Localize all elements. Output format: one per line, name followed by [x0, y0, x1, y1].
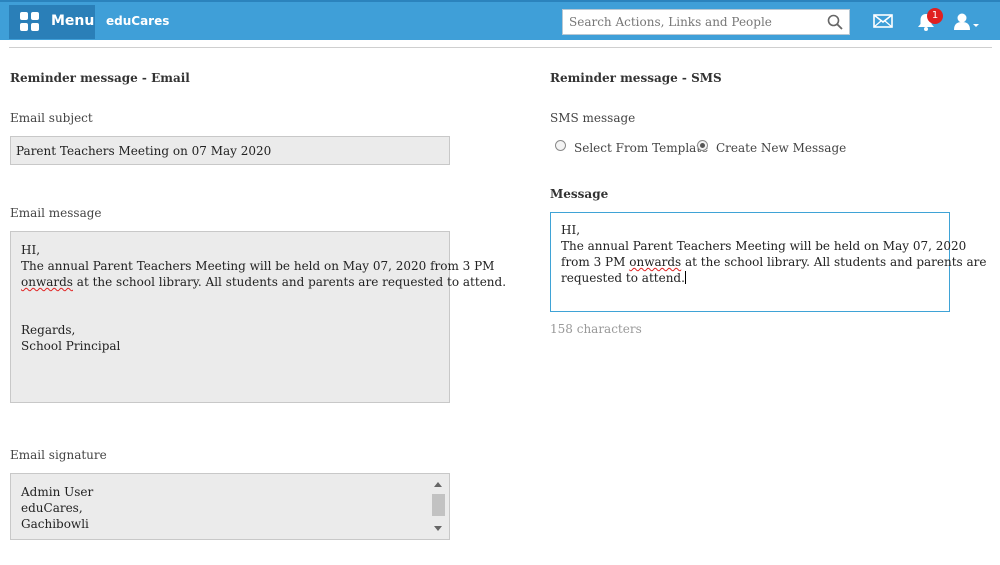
spellcheck-word: onwards [629, 255, 682, 269]
menu-label: Menu [51, 13, 95, 29]
email-message-field[interactable]: HI, The annual Parent Teachers Meeting w… [10, 231, 506, 403]
search-icon[interactable] [827, 14, 843, 30]
email-section-title: Reminder message - Email [10, 71, 190, 85]
email-subject-value: Parent Teachers Meeting on 07 May 2020 [16, 144, 272, 158]
user-icon[interactable] [954, 12, 980, 32]
message-heading: Message [550, 187, 609, 201]
email-signature-field[interactable]: Admin User eduCares, Gachibowli [10, 473, 450, 540]
sms-message-text: at the school library. All students and … [681, 255, 987, 269]
brand-link[interactable]: eduCares [106, 14, 169, 28]
email-message-label: Email message [10, 206, 102, 220]
signature-line: eduCares, [21, 501, 83, 515]
radio-select-template[interactable] [555, 140, 566, 151]
signature-scrollbar[interactable] [430, 476, 447, 538]
radio-create-new-message-label[interactable]: Create New Message [716, 141, 846, 155]
email-message-line: School Principal [21, 339, 121, 353]
sms-message-line: requested to attend. [561, 270, 939, 286]
section-divider [9, 47, 992, 48]
spellcheck-word: onwards [21, 275, 73, 289]
sms-message-line: The annual Parent Teachers Meeting will … [561, 239, 967, 253]
email-message-line: The annual Parent Teachers Meeting will … [21, 259, 495, 273]
scroll-up-arrow-icon[interactable] [434, 482, 442, 487]
search-input[interactable] [569, 13, 819, 31]
scrollbar-thumb[interactable] [432, 494, 445, 516]
email-message-line: Regards, [21, 323, 76, 337]
mail-icon[interactable] [873, 13, 893, 29]
email-message-line: onwards at the school library. All stude… [21, 274, 506, 290]
email-signature-label: Email signature [10, 448, 107, 462]
signature-line: Gachibowli [21, 517, 89, 531]
radio-select-template-label[interactable]: Select From Template [574, 141, 708, 155]
notification-badge: 1 [927, 8, 943, 24]
sms-message-text: from 3 PM [561, 255, 630, 269]
email-message-text: at the school library. All students and … [72, 275, 507, 289]
search-box [562, 9, 850, 35]
menu-button[interactable]: Menu [9, 5, 95, 39]
scroll-down-arrow-icon[interactable] [434, 526, 442, 531]
signature-line: Admin User [21, 485, 94, 499]
sms-message-label: SMS message [550, 111, 636, 125]
top-navigation-bar: Menu eduCares 1 [0, 0, 1000, 40]
radio-create-new-message[interactable] [697, 140, 708, 151]
character-count: 158 characters [550, 322, 642, 336]
sms-section-title: Reminder message - SMS [550, 71, 722, 85]
sms-message-line: from 3 PM onwards at the school library.… [561, 254, 987, 270]
sms-message-textarea[interactable]: HI, The annual Parent Teachers Meeting w… [550, 212, 987, 312]
email-message-line: HI, [21, 243, 41, 257]
email-subject-label: Email subject [10, 111, 93, 125]
grid-menu-icon [20, 12, 40, 32]
sms-message-line: HI, [561, 223, 581, 237]
email-subject-field[interactable]: Parent Teachers Meeting on 07 May 2020 [10, 136, 450, 165]
text-cursor [684, 271, 686, 284]
sms-message-text: requested to attend. [561, 271, 685, 285]
